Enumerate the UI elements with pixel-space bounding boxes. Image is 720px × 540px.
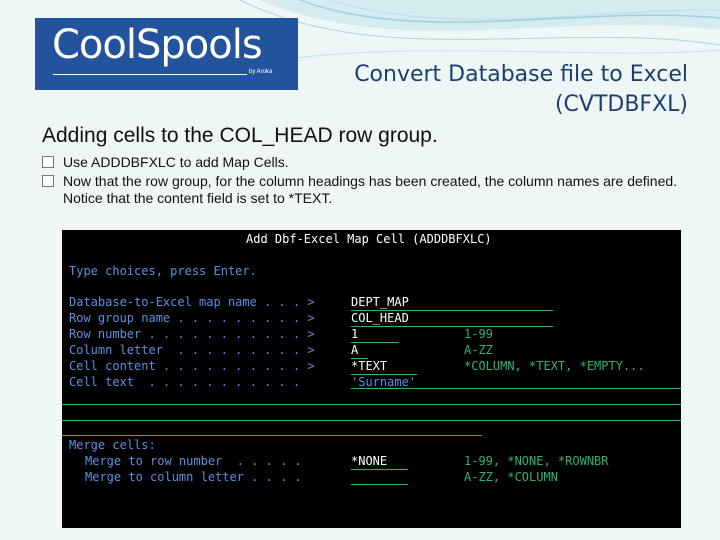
- logo-text: CoolSpools: [52, 22, 263, 68]
- field-label-cell-content: Cell content . . . . . . . . . . >: [69, 359, 315, 373]
- field-underline: [62, 435, 482, 436]
- field-underline: [62, 404, 681, 405]
- logo-underline: [53, 74, 247, 75]
- field-input-column-letter[interactable]: A: [351, 342, 358, 358]
- bullet-text: Use ADDDBFXLC to add Map Cells.: [63, 154, 289, 170]
- bullet-list: Use ADDDBFXLC to add Map Cells. Now that…: [42, 154, 692, 209]
- terminal-prompt: Type choices, press Enter.: [69, 264, 257, 278]
- field-label-map-name: Database-to-Excel map name . . . >: [69, 295, 315, 309]
- field-label-merge-column: Merge to column letter . . . .: [85, 470, 302, 484]
- field-underline: [351, 388, 681, 389]
- bullet-item: Now that the row group, for the column h…: [42, 173, 692, 207]
- terminal-title: Add Dbf-Excel Map Cell (ADDDBFXLC): [246, 232, 492, 246]
- slide-heading: Adding cells to the COL_HEAD row group.: [42, 124, 438, 147]
- field-hint-column-letter: A-ZZ: [464, 343, 493, 357]
- field-hint-cell-content: *COLUMN, *TEXT, *EMPTY...: [464, 359, 645, 373]
- field-hint-row-number: 1-99: [464, 327, 493, 341]
- slide-title-line2: (CVTDBFXL): [554, 92, 688, 117]
- field-underline: [351, 469, 408, 470]
- field-input-map-name[interactable]: DEPT_MAP: [351, 294, 409, 310]
- bullet-item: Use ADDDBFXLC to add Map Cells.: [42, 154, 692, 171]
- field-input-merge-row[interactable]: *NONE: [351, 453, 387, 469]
- logo-byline: by Aroka: [249, 69, 273, 75]
- slide-title-line1: Convert Database file to Excel: [354, 62, 688, 87]
- field-label-cell-text: Cell text . . . . . . . . . . .: [69, 375, 315, 389]
- field-underline: [62, 420, 681, 421]
- field-hint-merge-row: 1-99, *NONE, *ROWNBR: [464, 454, 609, 468]
- field-hint-merge-column: A-ZZ, *COLUMN: [464, 470, 558, 484]
- field-label-row-group: Row group name . . . . . . . . . >: [69, 311, 315, 325]
- field-input-cell-content[interactable]: *TEXT: [351, 358, 387, 374]
- field-label-column-letter: Column letter . . . . . . . . . >: [69, 343, 315, 357]
- merge-heading: Merge cells:: [69, 438, 156, 452]
- field-label-row-number: Row number . . . . . . . . . . . >: [69, 327, 315, 341]
- bullet-text: Now that the row group, for the column h…: [63, 173, 678, 206]
- field-underline: [351, 484, 408, 485]
- field-label-merge-row: Merge to row number . . . . .: [85, 454, 302, 468]
- bullet-box-icon: [42, 156, 54, 168]
- field-input-row-group[interactable]: COL_HEAD: [351, 310, 409, 326]
- bullet-box-icon: [42, 175, 54, 187]
- slide-title: Convert Database file to Excel (CVTDBFXL…: [354, 60, 688, 120]
- coolspools-logo: CoolSpools by Aroka: [35, 18, 298, 90]
- field-input-row-number[interactable]: 1: [351, 326, 358, 342]
- field-underline: [351, 326, 553, 327]
- terminal-screen: Add Dbf-Excel Map Cell (ADDDBFXLC) Type …: [62, 230, 681, 528]
